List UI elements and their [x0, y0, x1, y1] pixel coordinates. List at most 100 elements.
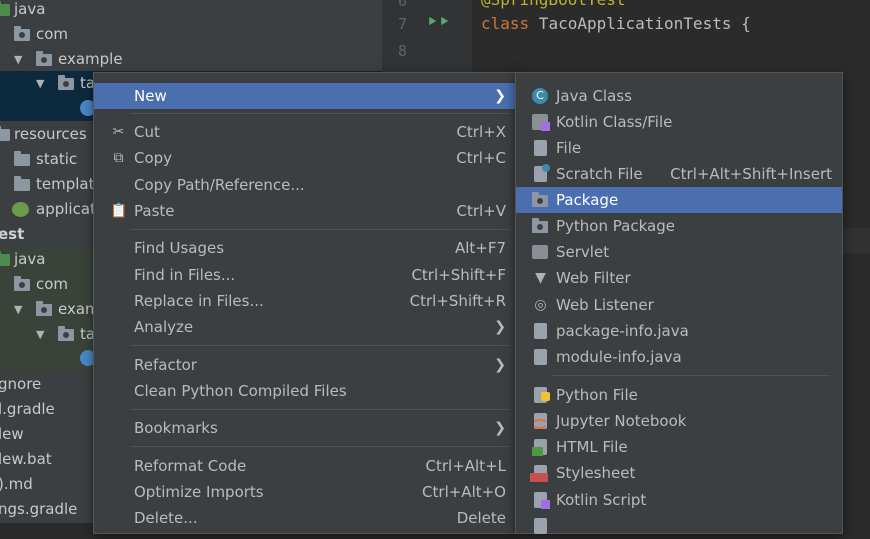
- context-menu[interactable]: New ❯ ✂ Cut Ctrl+X ⧉ Copy Ctrl+C Copy Pa…: [93, 72, 517, 534]
- tree-label: com: [36, 25, 69, 43]
- line-number: 6: [398, 0, 408, 10]
- submenu-item-label: Java Class: [556, 87, 632, 105]
- python-badge-icon: [541, 392, 550, 401]
- tree-row[interactable]: ▼ example: [0, 47, 382, 72]
- submenu-item-web-listener[interactable]: ◎ Web Listener: [516, 292, 842, 318]
- package-icon: [36, 301, 52, 316]
- run-test-icon[interactable]: ⯈⯈: [426, 13, 450, 31]
- menu-separator: [130, 229, 510, 230]
- menu-item-delete[interactable]: Delete... Delete: [94, 505, 516, 531]
- source-folder-icon: [0, 1, 10, 16]
- menu-item-shortcut: Delete: [456, 509, 506, 527]
- submenu-item-kotlin-class[interactable]: Kotlin Class/File: [516, 109, 842, 135]
- menu-item-shortcut: Alt+F7: [454, 239, 506, 257]
- tree-label: ).md: [0, 475, 33, 493]
- chevron-down-icon[interactable]: ▼: [14, 47, 22, 72]
- menu-item-shortcut: Ctrl+Alt+L: [425, 457, 507, 475]
- submenu-item-module-info[interactable]: module-info.java: [516, 344, 842, 370]
- tree-label: lew.bat: [0, 450, 52, 468]
- menu-item-label: Find Usages: [134, 239, 225, 257]
- menu-item-bookmarks[interactable]: Bookmarks ❯: [94, 415, 516, 441]
- line-number: 8: [398, 42, 408, 60]
- menu-separator: [130, 345, 510, 346]
- submenu-item-jupyter[interactable]: Jupyter Notebook: [516, 408, 842, 434]
- submenu-item-python-file[interactable]: Python File: [516, 382, 842, 408]
- menu-item-label: Copy: [134, 149, 173, 167]
- menu-item-label: Reformat Code: [134, 457, 247, 475]
- menu-item-refactor[interactable]: Refactor ❯: [94, 352, 516, 378]
- package-icon: [36, 51, 52, 66]
- menu-item-label: Paste: [134, 202, 175, 220]
- menu-item-replace-in-files[interactable]: Replace in Files... Ctrl+Shift+R: [94, 288, 516, 314]
- menu-item-find-usages[interactable]: Find Usages Alt+F7: [94, 235, 516, 261]
- scissors-icon: ✂: [112, 124, 125, 140]
- chevron-right-icon: ❯: [494, 88, 506, 104]
- menu-item-analyze[interactable]: Analyze ❯: [94, 314, 516, 340]
- submenu-item-kotlin-script[interactable]: Kotlin Script: [516, 487, 842, 513]
- tree-label: com: [36, 275, 69, 293]
- menu-item-label: Delete...: [134, 509, 198, 527]
- tree-row[interactable]: com: [0, 22, 382, 47]
- package-icon: [14, 26, 30, 41]
- python-package-icon: [532, 218, 548, 233]
- submenu-item-label: Stylesheet: [556, 464, 636, 482]
- new-submenu[interactable]: C Java Class Kotlin Class/File File Scra…: [515, 72, 843, 534]
- kotlin-badge-icon: [541, 500, 550, 509]
- submenu-item-label: Python Package: [556, 217, 675, 235]
- menu-item-cut[interactable]: ✂ Cut Ctrl+X: [94, 119, 516, 145]
- menu-item-label: Find in Files...: [134, 266, 236, 284]
- menu-item-paste[interactable]: 📋 Paste Ctrl+V: [94, 198, 516, 224]
- menu-item-label: New: [134, 87, 167, 105]
- menu-item-label: Analyze: [134, 318, 194, 336]
- menu-item-label: Cut: [134, 123, 160, 141]
- submenu-item-package[interactable]: Package: [516, 187, 842, 213]
- submenu-item-web-filter[interactable]: ▼ Web Filter: [516, 265, 842, 291]
- menu-item-reformat-code[interactable]: Reformat Code Ctrl+Alt+L: [94, 453, 516, 479]
- menu-item-find-in-files[interactable]: Find in Files... Ctrl+Shift+F: [94, 262, 516, 288]
- chevron-down-icon[interactable]: ▼: [14, 297, 22, 322]
- tree-label: ngs.gradle: [0, 500, 78, 518]
- submenu-item-servlet[interactable]: Servlet: [516, 239, 842, 265]
- menu-item-shortcut: Ctrl+Alt+O: [422, 483, 506, 501]
- menu-item-optimize-imports[interactable]: Optimize Imports Ctrl+Alt+O: [94, 479, 516, 505]
- folder-icon: [14, 151, 30, 166]
- menu-item-copy[interactable]: ⧉ Copy Ctrl+C: [94, 145, 516, 171]
- submenu-item-stylesheet[interactable]: Stylesheet: [516, 460, 842, 486]
- menu-item-shortcut: Ctrl+Shift+R: [409, 292, 506, 310]
- package-icon: [58, 326, 74, 341]
- submenu-item-java-class[interactable]: C Java Class: [516, 83, 842, 109]
- jupyter-badge-icon: [532, 419, 548, 429]
- menu-item-shortcut: Ctrl+C: [456, 149, 506, 167]
- submenu-item-python-package[interactable]: Python Package: [516, 213, 842, 239]
- chevron-down-icon[interactable]: ▼: [36, 71, 44, 96]
- submenu-item-package-info[interactable]: package-info.java: [516, 318, 842, 344]
- menu-item-label: Clean Python Compiled Files: [134, 382, 347, 400]
- chevron-down-icon[interactable]: ▼: [36, 322, 44, 347]
- menu-item-label: Optimize Imports: [134, 483, 264, 501]
- menu-separator: [130, 446, 510, 447]
- submenu-item-label: File: [556, 139, 582, 157]
- submenu-item-label: Package: [556, 191, 619, 209]
- menu-item-copy-path[interactable]: Copy Path/Reference...: [94, 172, 516, 198]
- submenu-item-scratch-file[interactable]: Scratch File Ctrl+Alt+Shift+Insert: [516, 161, 842, 187]
- submenu-item-label: Kotlin Class/File: [556, 113, 673, 131]
- tree-label: static: [36, 150, 78, 168]
- submenu-item-partial[interactable]: [516, 513, 842, 539]
- spring-config-icon: [12, 202, 29, 217]
- listener-icon: ◎: [534, 297, 547, 313]
- submenu-item-label: HTML File: [556, 438, 628, 456]
- java-file-icon: [534, 323, 547, 339]
- tree-row[interactable]: java: [0, 0, 382, 22]
- tree-label: est: [0, 225, 25, 243]
- menu-item-clean-python[interactable]: Clean Python Compiled Files: [94, 378, 516, 404]
- submenu-item-label: module-info.java: [556, 348, 682, 366]
- css-badge-icon: [530, 473, 548, 482]
- submenu-item-html-file[interactable]: HTML File: [516, 434, 842, 460]
- submenu-item-file[interactable]: File: [516, 135, 842, 161]
- submenu-item-label: Python File: [556, 386, 638, 404]
- tree-label: java: [14, 250, 46, 268]
- menu-item-new[interactable]: New ❯: [94, 83, 516, 109]
- menu-item-label: Refactor: [134, 356, 197, 374]
- kotlin-worksheet-icon: [534, 518, 547, 534]
- code-line: @SpringBootTest: [481, 0, 626, 9]
